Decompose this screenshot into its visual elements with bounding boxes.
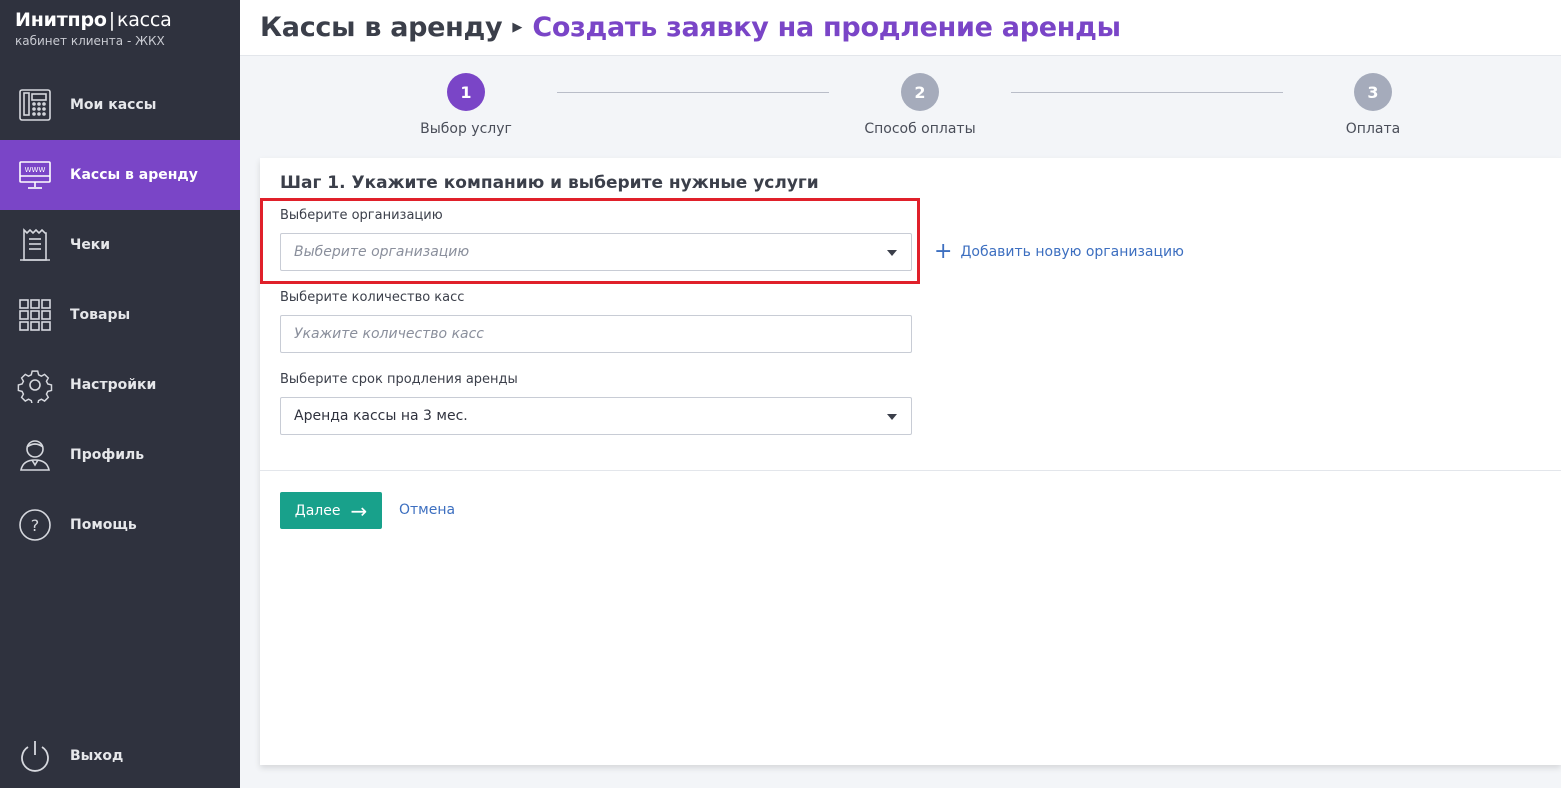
receipt-icon bbox=[16, 226, 54, 264]
brand-product: касса bbox=[116, 9, 172, 31]
term-label: Выберите срок продления аренды bbox=[280, 372, 518, 387]
sidebar-item-settings[interactable]: Настройки bbox=[0, 350, 240, 420]
brand-logo[interactable]: Инитпро | касса кабинет клиента - ЖКХ bbox=[15, 9, 172, 48]
add-organization-link[interactable]: + Добавить новую организацию bbox=[934, 241, 1184, 263]
logout-button[interactable]: Выход bbox=[0, 721, 240, 788]
step-2-number: 2 bbox=[901, 73, 939, 111]
divider bbox=[260, 470, 1561, 471]
svg-text:WWW: WWW bbox=[25, 166, 46, 174]
sidebar-item-label: Кассы в аренду bbox=[70, 167, 198, 183]
organization-label: Выберите организацию bbox=[280, 208, 443, 223]
term-select[interactable]: Аренда кассы на 3 мес. bbox=[280, 397, 912, 435]
sidebar-item-help[interactable]: ? Помощь bbox=[0, 490, 240, 560]
sidebar: Инитпро | касса кабинет клиента - ЖКХ Мои … bbox=[0, 0, 240, 788]
step-connector bbox=[1011, 92, 1283, 93]
form-card: Шаг 1. Укажите компанию и выберите нужны… bbox=[260, 158, 1561, 765]
logout-label: Выход bbox=[70, 748, 124, 764]
grid-icon bbox=[16, 296, 54, 334]
breadcrumb-parent[interactable]: Кассы в аренду bbox=[260, 12, 503, 43]
step-1: 1 Выбор услуг bbox=[376, 73, 556, 137]
plus-icon: + bbox=[934, 239, 953, 264]
next-button[interactable]: Далее → bbox=[280, 492, 382, 529]
organization-placeholder: Выберите организацию bbox=[294, 244, 470, 260]
breadcrumb-chevron-icon: ▶ bbox=[512, 20, 523, 35]
www-monitor-icon: WWW bbox=[16, 156, 54, 194]
power-icon bbox=[16, 737, 54, 775]
sidebar-item-rental-registers[interactable]: WWW Кассы в аренду bbox=[0, 140, 240, 210]
sidebar-item-label: Мои кассы bbox=[70, 97, 157, 113]
sidebar-item-receipts[interactable]: Чеки bbox=[0, 210, 240, 280]
brand-subtitle: кабинет клиента - ЖКХ bbox=[15, 34, 165, 48]
step-2: 2 Способ оплаты bbox=[830, 73, 1010, 137]
step-connector bbox=[557, 92, 829, 93]
page-title: Создать заявку на продление аренды bbox=[532, 12, 1121, 43]
gear-icon bbox=[16, 366, 54, 404]
quantity-input[interactable]: Укажите количество касс bbox=[280, 315, 912, 353]
add-organization-label: Добавить новую организацию bbox=[960, 244, 1184, 260]
sidebar-item-label: Профиль bbox=[70, 447, 145, 463]
sidebar-item-label: Товары bbox=[70, 307, 131, 323]
sidebar-item-profile[interactable]: Профиль bbox=[0, 420, 240, 490]
step-3: 3 Оплата bbox=[1283, 73, 1463, 137]
sidebar-item-label: Настройки bbox=[70, 377, 157, 393]
brand-name: Инитпро bbox=[15, 9, 107, 31]
user-icon bbox=[16, 436, 54, 474]
quantity-label: Выберите количество касс bbox=[280, 290, 465, 305]
sidebar-item-products[interactable]: Товары bbox=[0, 280, 240, 350]
step-1-label: Выбор услуг bbox=[420, 121, 512, 137]
page-header: Кассы в аренду ▶ Создать заявку на продл… bbox=[240, 0, 1561, 56]
form-title: Шаг 1. Укажите компанию и выберите нужны… bbox=[280, 173, 819, 193]
term-value: Аренда кассы на 3 мес. bbox=[294, 408, 468, 424]
chevron-down-icon bbox=[887, 250, 897, 256]
next-button-label: Далее bbox=[294, 502, 341, 519]
step-3-number: 3 bbox=[1354, 73, 1392, 111]
step-1-number: 1 bbox=[447, 73, 485, 111]
chevron-down-icon bbox=[887, 414, 897, 420]
svg-text:?: ? bbox=[31, 516, 40, 535]
organization-select[interactable]: Выберите организацию bbox=[280, 233, 912, 271]
step-2-label: Способ оплаты bbox=[864, 121, 976, 137]
sidebar-item-label: Помощь bbox=[70, 517, 137, 533]
cash-register-icon bbox=[16, 86, 54, 124]
sidebar-item-my-registers[interactable]: Мои кассы bbox=[0, 70, 240, 140]
quantity-placeholder: Укажите количество касс bbox=[294, 326, 484, 342]
step-3-label: Оплата bbox=[1345, 121, 1401, 137]
help-icon: ? bbox=[16, 506, 54, 544]
arrow-right-icon: → bbox=[350, 498, 368, 523]
sidebar-item-label: Чеки bbox=[70, 237, 111, 253]
cancel-link[interactable]: Отмена bbox=[399, 502, 455, 518]
